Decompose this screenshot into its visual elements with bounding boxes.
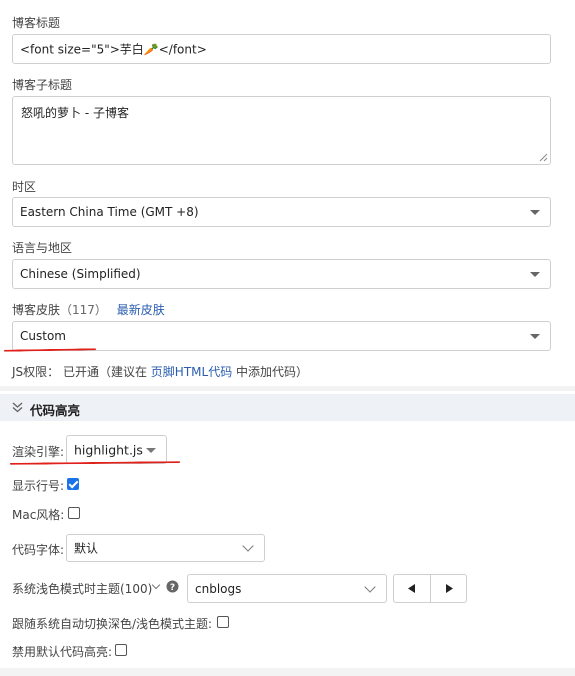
render-engine-label: 渲染引擎: (12, 445, 65, 459)
code-highlight-section-header[interactable]: 代码高亮 (0, 394, 575, 421)
code-font-value: 默认 (74, 541, 99, 556)
blog-subtitle-textarea[interactable]: 怒吼的萝卜 - 子博客 (12, 96, 551, 165)
newest-skin-link[interactable]: 最新皮肤 (117, 303, 165, 317)
chevron-down-icon (530, 334, 540, 339)
annotation-underline (9, 461, 181, 465)
language-label: 语言与地区 (12, 241, 73, 255)
annotation-underline (3, 348, 97, 352)
blog-title-input[interactable]: <font size="5">芋白🥕</font> (12, 34, 551, 64)
divider (0, 668, 575, 676)
light-theme-label-text: 系统浅色模式时主题(100) (12, 582, 153, 596)
blog-subtitle-value: 怒吼的萝卜 - 子博客 (21, 106, 129, 120)
footer-html-link[interactable]: 页脚HTML代码 (151, 365, 232, 379)
skin-value: Custom (20, 329, 66, 343)
skin-select[interactable]: Custom (12, 321, 551, 351)
mac-style-checkbox[interactable] (68, 507, 80, 519)
code-font-select[interactable]: 默认 (66, 534, 265, 562)
resize-handle-icon[interactable] (539, 153, 548, 162)
skin-count: （117） (60, 303, 107, 317)
blog-title-value: <font size="5">芋白🥕</font> (20, 42, 207, 57)
mac-style-label: Mac风格: (12, 508, 65, 522)
skin-label-row: 博客皮肤（117） 最新皮肤 (12, 301, 165, 318)
help-icon[interactable]: ? (166, 580, 179, 593)
chevron-down-icon (242, 540, 254, 552)
blog-subtitle-label: 博客子标题 (12, 78, 73, 92)
chevron-down-icon (364, 581, 376, 593)
light-theme-value: cnblogs (195, 581, 242, 596)
timezone-select[interactable]: Eastern China Time (GMT +8) (12, 197, 551, 227)
js-permission-text: JS权限： 已开通（建议在 页脚HTML代码 中添加代码） (12, 363, 308, 380)
line-numbers-checkbox[interactable] (67, 478, 79, 490)
next-theme-button[interactable] (431, 575, 467, 602)
svg-text:?: ? (170, 583, 175, 593)
triangle-right-icon (446, 584, 453, 593)
double-chevron-down-icon (12, 402, 23, 413)
language-select[interactable]: Chinese (Simplified) (12, 259, 551, 289)
auto-switch-label: 跟随系统自动切换深色/浅色模式主题: (12, 617, 213, 631)
divider (0, 386, 575, 391)
js-permission-prefix: JS权限： 已开通（建议在 (12, 365, 151, 379)
render-engine-select[interactable]: highlight.js (66, 435, 167, 464)
chevron-down-icon (530, 272, 540, 277)
section-title: 代码高亮 (30, 403, 81, 418)
timezone-label: 时区 (12, 180, 37, 194)
code-font-label: 代码字体: (12, 543, 65, 557)
chevron-down-icon (530, 210, 540, 215)
theme-nav-group (393, 574, 467, 603)
blog-title-label: 博客标题 (12, 16, 61, 30)
render-engine-value: highlight.js (74, 442, 143, 457)
timezone-value: Eastern China Time (GMT +8) (20, 205, 199, 219)
light-theme-label: 系统浅色模式时主题(100) (12, 580, 152, 597)
light-theme-select[interactable]: cnblogs (187, 574, 387, 603)
skin-label: 博客皮肤 (12, 303, 61, 317)
js-permission-suffix: 中添加代码） (232, 365, 309, 379)
auto-switch-checkbox[interactable] (217, 616, 229, 628)
language-value: Chinese (Simplified) (20, 267, 141, 281)
disable-default-checkbox[interactable] (115, 644, 127, 656)
disable-default-label: 禁用默认代码高亮: (12, 645, 113, 659)
triangle-left-icon (408, 584, 415, 593)
chevron-down-icon[interactable] (151, 580, 161, 590)
chevron-down-icon (146, 447, 156, 453)
line-numbers-label: 显示行号: (12, 479, 65, 493)
prev-theme-button[interactable] (394, 575, 431, 602)
